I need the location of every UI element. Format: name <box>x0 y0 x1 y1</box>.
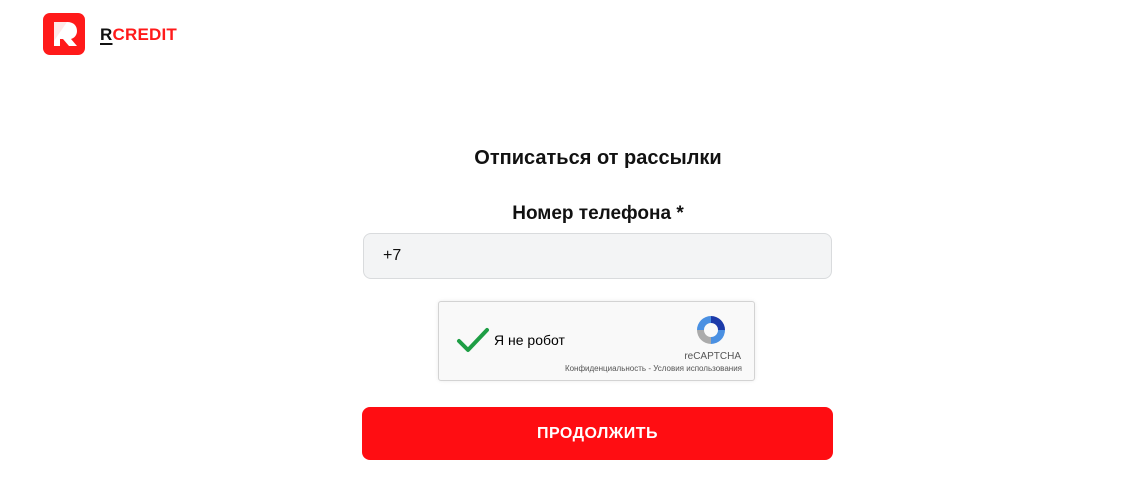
logo-name: CREDIT <box>112 24 177 44</box>
phone-input[interactable] <box>363 233 832 279</box>
recaptcha-brand: reCAPTCHA <box>684 351 741 362</box>
recaptcha-logo-icon <box>694 313 728 347</box>
phone-label: Номер телефона * <box>512 203 684 224</box>
logo-mark-icon <box>43 13 85 55</box>
logo-wordmark: R CREDIT <box>100 26 177 43</box>
privacy-link[interactable]: Конфиденциальность <box>565 364 646 373</box>
terms-link[interactable]: Условия использования <box>653 364 742 373</box>
captcha-links: Конфиденциальность - Условия использован… <box>565 364 742 373</box>
rcredit-logo[interactable]: R CREDIT <box>43 13 177 55</box>
checkmark-icon[interactable] <box>456 326 490 354</box>
recaptcha-widget: Я не робот reCAPTCHA Конфиденциальность … <box>438 301 755 381</box>
page-title: Отписаться от рассылки <box>474 147 722 169</box>
captcha-label[interactable]: Я не робот <box>494 332 565 348</box>
continue-button[interactable]: ПРОДОЛЖИТЬ <box>362 407 833 460</box>
logo-letter: R <box>100 24 113 44</box>
